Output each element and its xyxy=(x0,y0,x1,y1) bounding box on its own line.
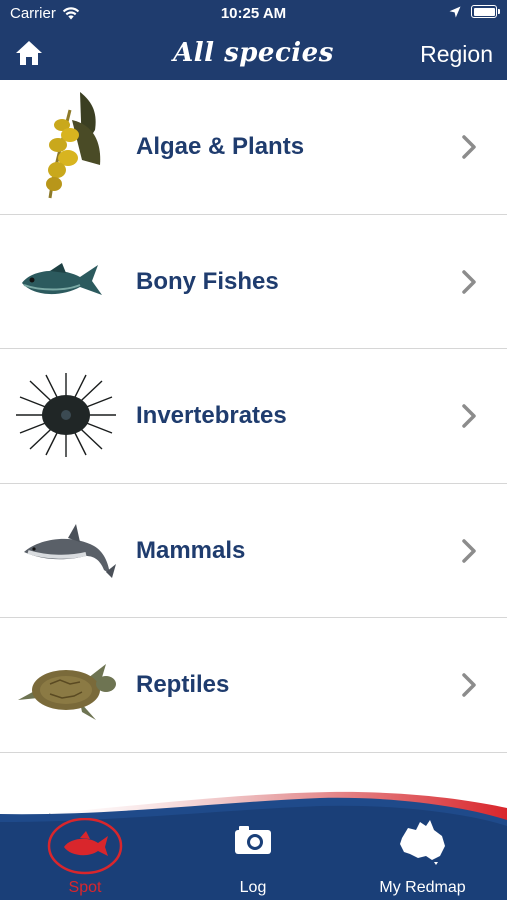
category-row-mammals[interactable]: Mammals xyxy=(0,483,507,618)
category-row-invertebrates[interactable]: Invertebrates xyxy=(0,349,507,484)
fish-icon xyxy=(22,262,102,295)
chevron-right-icon xyxy=(462,673,476,697)
australia-map-icon xyxy=(399,820,445,865)
tab-spot[interactable]: Spot xyxy=(35,818,135,900)
chevron-right-icon xyxy=(462,404,476,428)
chevron-right-icon xyxy=(462,538,476,563)
category-label: Bony Fishes xyxy=(136,267,279,295)
tab-my-redmap[interactable]: My Redmap xyxy=(360,818,485,900)
status-bar: Carrier 10:25 AM xyxy=(0,0,507,28)
category-label: Invertebrates xyxy=(136,402,287,429)
battery-icon xyxy=(471,5,500,18)
region-button[interactable]: Region xyxy=(420,41,493,68)
category-row-algae-plants[interactable]: Algae & Plants xyxy=(0,80,507,215)
header: Carrier 10:25 AM All species Region xyxy=(0,0,507,80)
fish-icon xyxy=(47,818,123,875)
dolphin-icon xyxy=(24,523,116,578)
category-list: Algae & Plants Bony Fishes Invertebrates… xyxy=(0,80,507,887)
sea-urchin-icon xyxy=(16,373,116,457)
camera-icon xyxy=(235,826,271,854)
category-row-reptiles[interactable]: Reptiles xyxy=(0,618,507,753)
category-label: Reptiles xyxy=(136,671,230,698)
tab-label: Log xyxy=(239,879,267,896)
chevron-right-icon xyxy=(462,135,476,159)
tab-log[interactable]: Log xyxy=(203,818,303,900)
category-label: Mammals xyxy=(136,536,246,564)
location-arrow-icon xyxy=(449,6,461,17)
tab-label: My Redmap xyxy=(379,879,466,896)
category-row-bony-fishes[interactable]: Bony Fishes xyxy=(0,214,507,349)
tab-label: Spot xyxy=(68,879,102,896)
turtle-icon xyxy=(18,664,116,720)
nav-bar: All species Region xyxy=(0,28,507,80)
kelp-icon xyxy=(46,92,101,199)
status-time: 10:25 AM xyxy=(220,5,287,22)
chevron-right-icon xyxy=(462,269,476,294)
category-label: Algae & Plants xyxy=(136,133,305,160)
